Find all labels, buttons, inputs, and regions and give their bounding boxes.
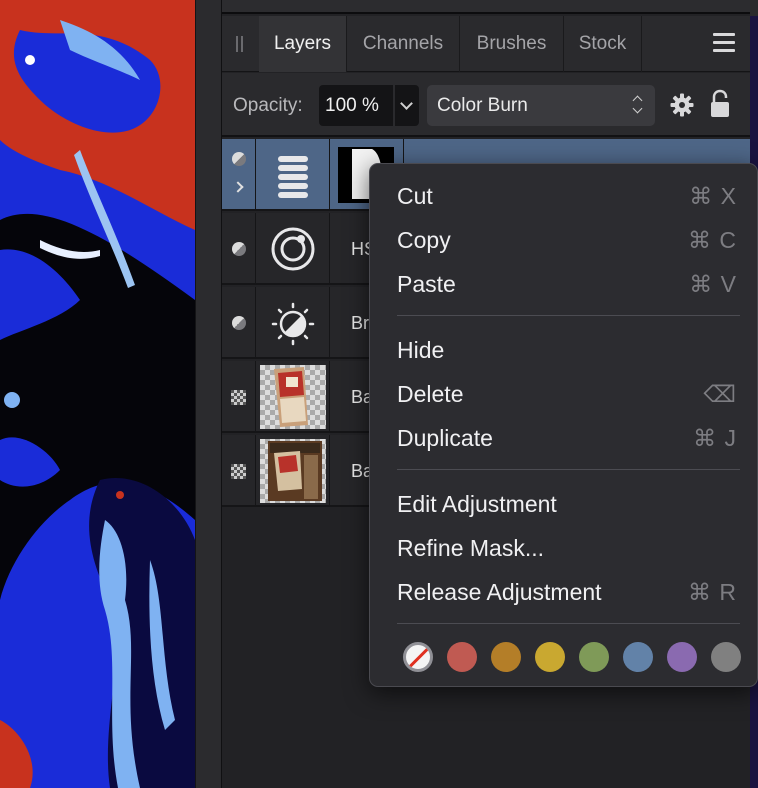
menu-separator (397, 623, 740, 624)
expand-chevron-icon[interactable] (232, 181, 244, 193)
menu-separator (397, 469, 740, 470)
panel-tab-bar: Layers Channels Brushes Stock (222, 16, 751, 72)
menu-item-label: Release Adjustment (397, 579, 602, 605)
menu-item-label: Refine Mask... (397, 535, 544, 561)
tab-channels[interactable]: Channels (347, 16, 460, 72)
color-swatch[interactable] (447, 642, 477, 672)
tab-stock[interactable]: Stock (564, 16, 642, 72)
color-swatch[interactable] (535, 642, 565, 672)
menu-item-shortcut: ⌘ R (688, 579, 737, 605)
color-swatch[interactable] (711, 642, 741, 672)
tag-color-swatches (403, 642, 753, 674)
menu-item-label: Copy (397, 227, 451, 253)
layer-visibility-cell (222, 435, 256, 507)
pixel-layer-icon[interactable] (231, 390, 246, 405)
gear-icon[interactable] (670, 93, 694, 117)
color-swatch[interactable] (491, 642, 521, 672)
layer-context-menu: Cut ⌘ X Copy ⌘ C Paste ⌘ V Hide Delete ⌫… (369, 163, 758, 687)
menu-item-release-adjustment[interactable]: Release Adjustment ⌘ R (370, 573, 758, 611)
color-swatch[interactable] (579, 642, 609, 672)
layer-name: Br (351, 313, 369, 333)
panel-menu-icon[interactable] (713, 33, 735, 53)
menu-item-copy[interactable]: Copy ⌘ C (370, 221, 758, 259)
layer-visibility-cell (222, 139, 256, 211)
layer-visibility-cell (222, 361, 256, 433)
document-canvas[interactable] (0, 0, 195, 788)
layer-thumbnail (256, 287, 330, 359)
opacity-input[interactable]: 100 % (319, 85, 393, 126)
menu-item-shortcut: ⌘ C (688, 227, 737, 253)
menu-item-label: Edit Adjustment (397, 491, 557, 517)
menu-item-label: Duplicate (397, 425, 493, 451)
menu-item-label: Delete (397, 381, 464, 407)
menu-item-shortcut: ⌘ X (689, 183, 737, 209)
panel-top-bar (222, 0, 751, 14)
tab-layers[interactable]: Layers (259, 16, 347, 72)
drag-grip-icon[interactable] (235, 36, 245, 52)
layer-controls-bar: Opacity: 100 % Color Burn (222, 73, 751, 137)
lock-icon[interactable] (709, 89, 731, 119)
opacity-dropdown-button[interactable] (395, 85, 419, 126)
menu-item-delete[interactable]: Delete ⌫ (370, 375, 758, 413)
no-color-swatch[interactable] (403, 642, 433, 672)
menu-separator (397, 315, 740, 316)
hsl-icon (271, 227, 315, 271)
menu-item-refine-mask[interactable]: Refine Mask... (370, 529, 758, 567)
brightness-contrast-icon (271, 302, 315, 346)
delete-key-icon: ⌫ (703, 381, 737, 407)
right-edge-top (750, 0, 758, 16)
levels-icon (278, 156, 308, 198)
layer-thumbnail (256, 361, 330, 433)
menu-item-hide[interactable]: Hide (370, 331, 758, 369)
layer-thumbnail (256, 435, 330, 507)
menu-item-label: Cut (397, 183, 433, 209)
layer-visibility-cell (222, 213, 256, 285)
opacity-label: Opacity: (233, 95, 303, 116)
color-swatch[interactable] (623, 642, 653, 672)
color-swatch[interactable] (667, 642, 697, 672)
menu-item-cut[interactable]: Cut ⌘ X (370, 177, 758, 215)
layer-thumbnail (256, 213, 330, 285)
menu-item-shortcut: ⌘ J (693, 425, 737, 451)
canvas-artwork (0, 0, 195, 788)
menu-item-label: Hide (397, 337, 445, 363)
layer-thumbnail (256, 139, 330, 211)
blend-mode-value: Color Burn (437, 95, 528, 116)
blend-mode-select[interactable]: Color Burn (427, 85, 655, 126)
menu-item-duplicate[interactable]: Duplicate ⌘ J (370, 419, 758, 457)
photo-thumbnail-image (260, 365, 326, 429)
canvas-panel-divider (195, 0, 221, 788)
half-disc-icon[interactable] (232, 152, 246, 166)
menu-item-paste[interactable]: Paste ⌘ V (370, 265, 758, 303)
menu-item-edit-adjustment[interactable]: Edit Adjustment (370, 485, 758, 523)
menu-item-shortcut: ⌘ V (689, 271, 737, 297)
tab-brushes[interactable]: Brushes (460, 16, 564, 72)
photo-thumbnail-image (260, 439, 326, 503)
half-disc-icon[interactable] (232, 316, 246, 330)
layer-visibility-cell (222, 287, 256, 359)
menu-item-label: Paste (397, 271, 456, 297)
up-down-chevron-icon (633, 94, 643, 116)
pixel-layer-icon[interactable] (231, 464, 246, 479)
half-disc-icon[interactable] (232, 242, 246, 256)
